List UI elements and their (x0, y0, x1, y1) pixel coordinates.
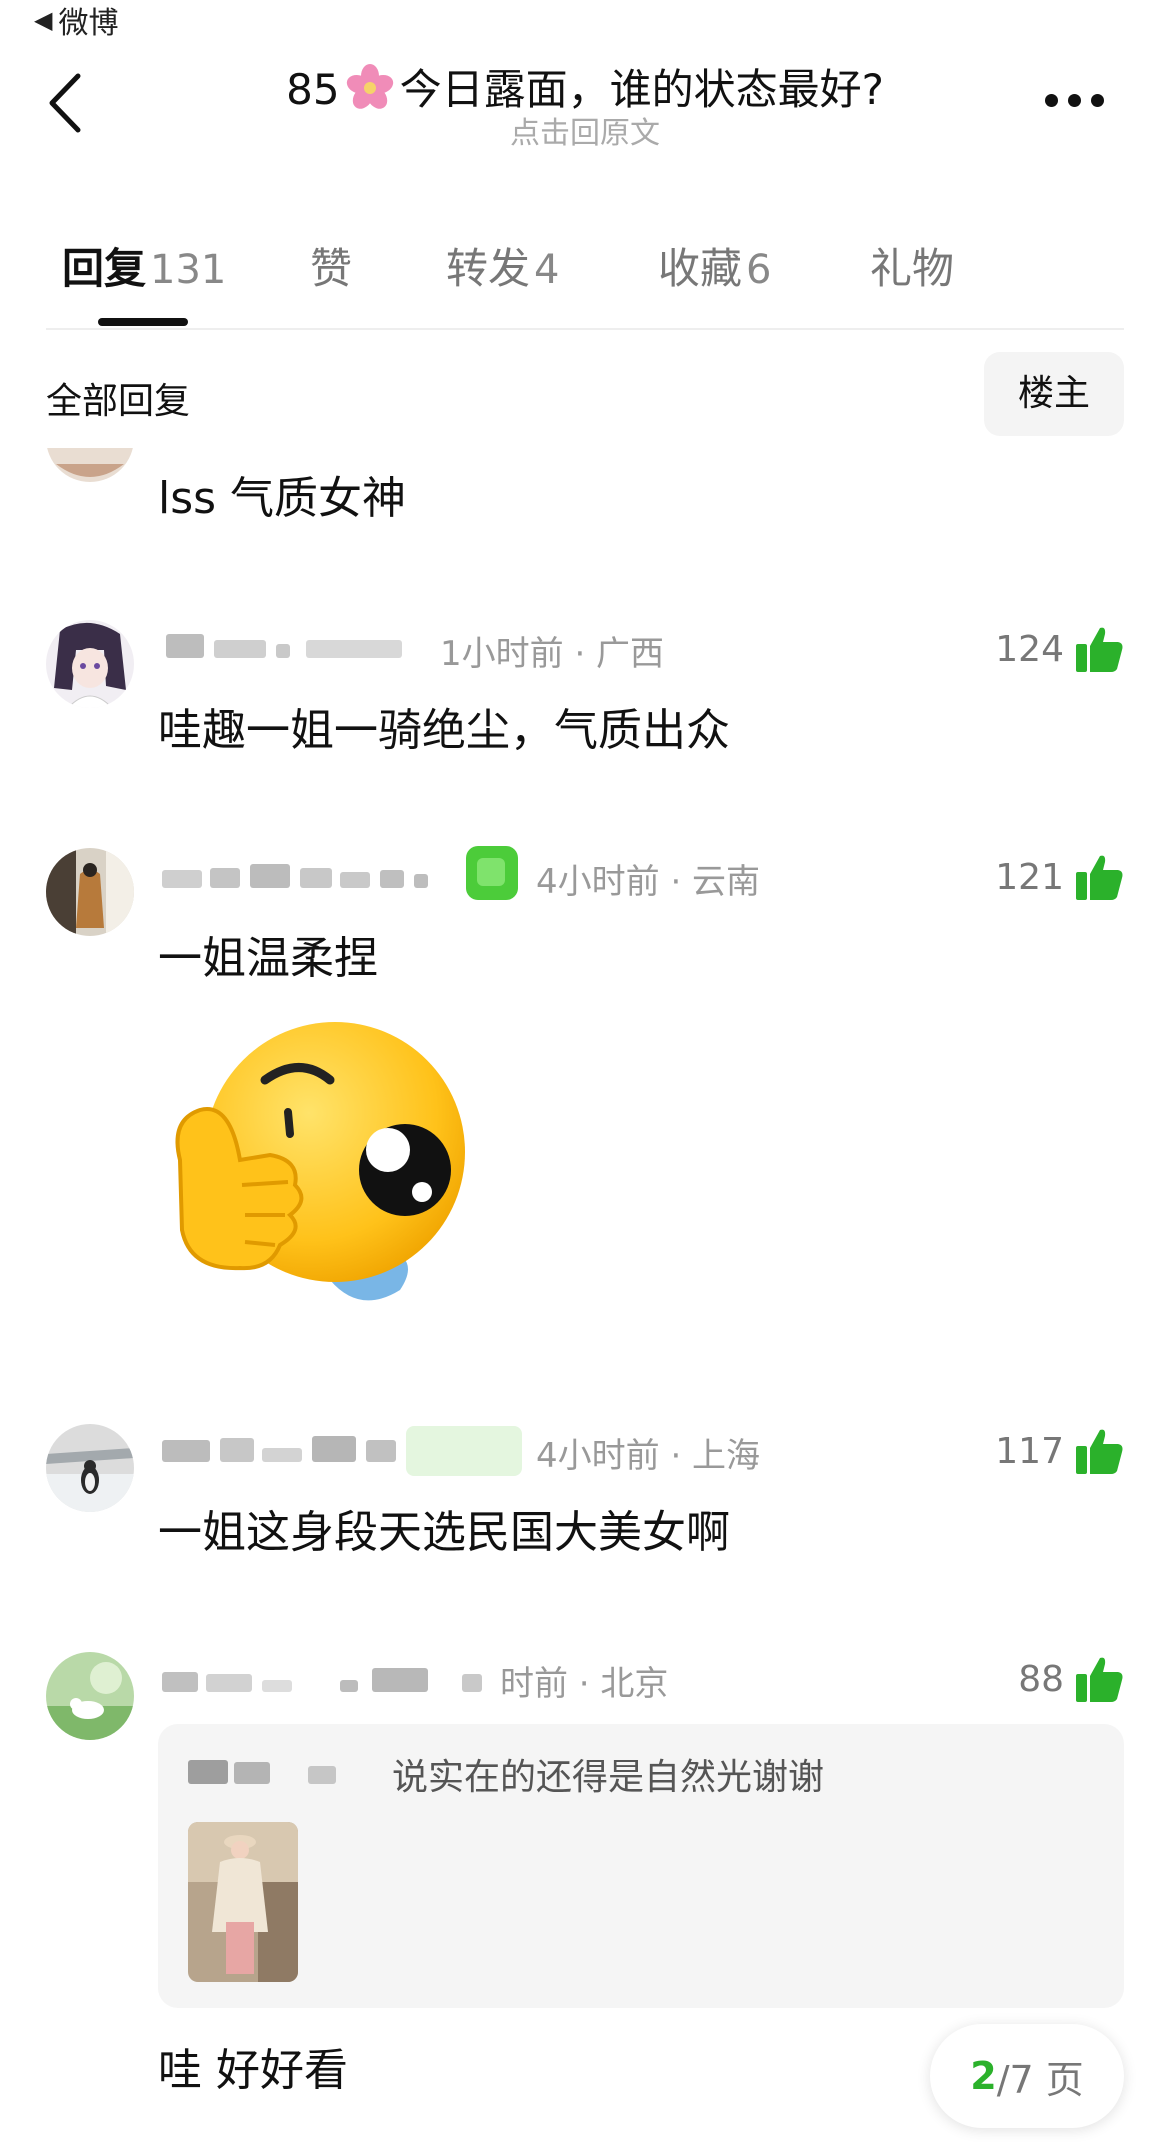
page-indicator[interactable]: 2/7 页 (930, 2024, 1124, 2128)
username-blurred[interactable] (162, 856, 452, 890)
comment-text: 哇趣一姐一骑绝尘，气质出众 (158, 705, 730, 756)
like-button[interactable]: 124 (995, 624, 1124, 674)
more-options-button[interactable] (1045, 88, 1115, 112)
tab-replies[interactable]: 回复 131 (62, 235, 226, 296)
like-count: 124 (995, 628, 1064, 670)
username-blurred[interactable] (162, 1430, 412, 1464)
comment-text: 一姐这身段天选民国大美女啊 (158, 1507, 730, 1558)
username-blurred[interactable] (166, 626, 446, 660)
tab-favorites[interactable]: 收藏 6 (658, 235, 771, 296)
thumbs-up-icon (1076, 1429, 1123, 1474)
thumbs-up-icon (1076, 1657, 1123, 1702)
avatar[interactable] (46, 448, 134, 482)
comment-meta: 4小时前 · 上海 (536, 1436, 761, 1476)
divider (46, 328, 1124, 330)
like-count: 121 (995, 856, 1064, 898)
tab-gifts[interactable]: 礼物 (870, 235, 954, 296)
avatar[interactable] (46, 848, 134, 936)
like-count: 88 (1018, 1658, 1064, 1700)
active-tab-indicator (98, 318, 188, 326)
comment-text: 哇 好好看 (158, 2045, 348, 2096)
thinking-emoji-sticker[interactable] (160, 1010, 480, 1320)
back-to-weibo-link[interactable]: ◀ 微博 (34, 0, 118, 42)
current-page: 2 (970, 2054, 997, 2098)
dot-icon (1091, 93, 1104, 107)
vip-badge-icon (466, 846, 518, 900)
quoted-reply-text: 说实在的还得是自然光谢谢 (392, 1757, 825, 1798)
dot-icon (1068, 93, 1081, 107)
reply-photo-thumbnail[interactable] (188, 1822, 298, 1982)
comment-meta: 4小时前 · 云南 (536, 862, 761, 902)
back-app-label: 微博 (58, 6, 119, 41)
view-original-link[interactable]: 点击回原文 (0, 108, 1170, 152)
status-bar-indicators (950, 0, 1090, 4)
comment-text: lss 气质女神 (158, 473, 407, 524)
comment-text: 一姐温柔捏 (158, 933, 378, 984)
tab-likes[interactable]: 赞 (310, 235, 352, 296)
owner-filter-button[interactable]: 楼主 (984, 352, 1124, 436)
back-triangle-icon: ◀ (34, 6, 53, 34)
reply-username-blurred (188, 1752, 368, 1786)
avatar[interactable] (46, 620, 134, 708)
like-button[interactable]: 121 (995, 852, 1124, 902)
total-pages: /7 页 (996, 2057, 1084, 2102)
avatar[interactable] (46, 1424, 134, 1512)
thumbs-up-icon (1076, 855, 1123, 900)
fan-badge (406, 1426, 522, 1476)
all-replies-label: 全部回复 (46, 381, 191, 422)
cherry-blossom-icon (346, 64, 393, 109)
avatar[interactable] (46, 1652, 134, 1740)
comment-meta: 时前 · 北京 (500, 1664, 669, 1704)
tab-reposts[interactable]: 转发 4 (446, 235, 559, 296)
dot-icon (1045, 93, 1058, 107)
like-count: 117 (995, 1430, 1064, 1472)
like-button[interactable]: 88 (1018, 1654, 1124, 1704)
like-button[interactable]: 117 (995, 1426, 1124, 1476)
username-blurred[interactable] (162, 1660, 492, 1694)
comment-meta: 1小时前 · 广西 (440, 634, 665, 674)
thumbs-up-icon (1076, 627, 1123, 672)
